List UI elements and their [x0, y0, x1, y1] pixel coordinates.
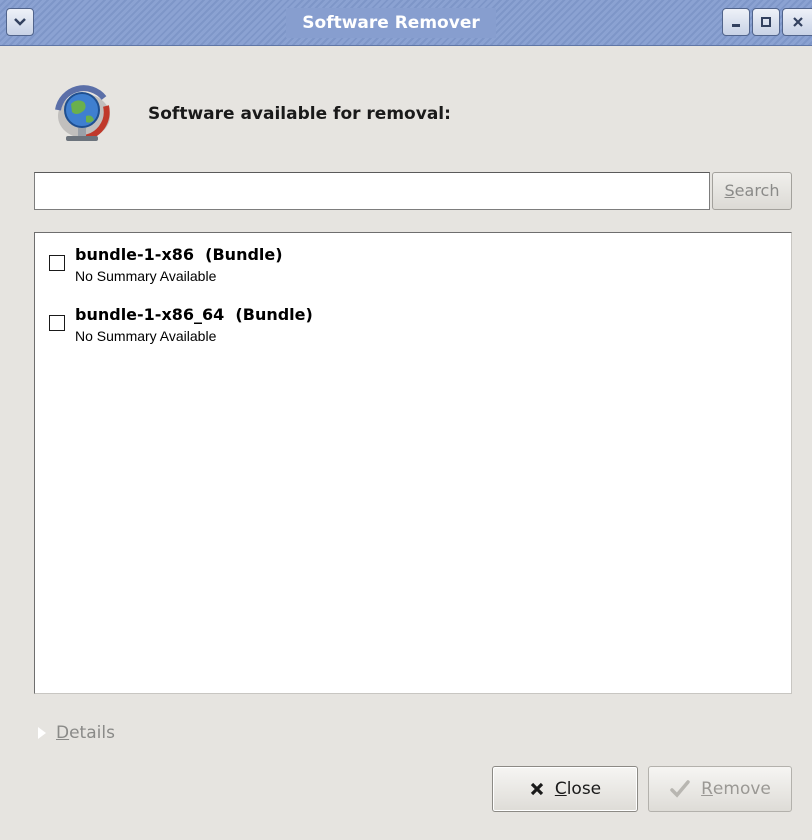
- window-close-button[interactable]: [782, 8, 812, 36]
- title-bar[interactable]: Software Remover: [0, 0, 812, 46]
- list-item[interactable]: bundle-1-x86_64 (Bundle) No Summary Avai…: [43, 293, 783, 347]
- window-title: Software Remover: [286, 8, 496, 38]
- maximize-icon: [761, 17, 771, 27]
- package-list[interactable]: bundle-1-x86 (Bundle) No Summary Availab…: [34, 232, 792, 694]
- window-menu-button[interactable]: [6, 8, 34, 36]
- close-button-label: lose: [566, 779, 602, 799]
- close-x-icon: [529, 781, 545, 797]
- remove-button-label: emove: [712, 779, 771, 799]
- package-checkbox[interactable]: [49, 315, 65, 331]
- close-button[interactable]: Close: [492, 766, 638, 812]
- software-remover-window: Software Remover Software available for …: [0, 0, 812, 840]
- header-label: Software available for removal:: [148, 104, 451, 124]
- search-button-mnemonic: S: [724, 181, 735, 200]
- minimize-icon: [732, 24, 740, 27]
- details-label-mnemonic: D: [56, 723, 70, 743]
- chevron-down-icon: [14, 18, 26, 26]
- remove-button[interactable]: Remove: [648, 766, 792, 812]
- search-button-label: earch: [734, 181, 780, 200]
- close-button-mnemonic: C: [554, 779, 567, 799]
- list-item[interactable]: bundle-1-x86 (Bundle) No Summary Availab…: [43, 233, 783, 287]
- check-icon: [669, 779, 691, 799]
- remove-button-mnemonic: R: [701, 779, 713, 799]
- globe-network-icon: [55, 85, 110, 141]
- package-summary: No Summary Available: [75, 328, 217, 344]
- details-expander[interactable]: Details: [37, 720, 115, 746]
- package-checkbox[interactable]: [49, 255, 65, 271]
- details-label: etails: [69, 723, 115, 743]
- package-name: bundle-1-x86_64 (Bundle): [75, 305, 313, 324]
- close-icon: [792, 17, 803, 27]
- package-name: bundle-1-x86 (Bundle): [75, 245, 283, 264]
- maximize-button[interactable]: [752, 8, 780, 36]
- minimize-button[interactable]: [722, 8, 750, 36]
- search-input[interactable]: [34, 172, 710, 210]
- expander-arrow-icon: [37, 726, 46, 740]
- package-summary: No Summary Available: [75, 268, 217, 284]
- search-button[interactable]: Search: [712, 172, 792, 210]
